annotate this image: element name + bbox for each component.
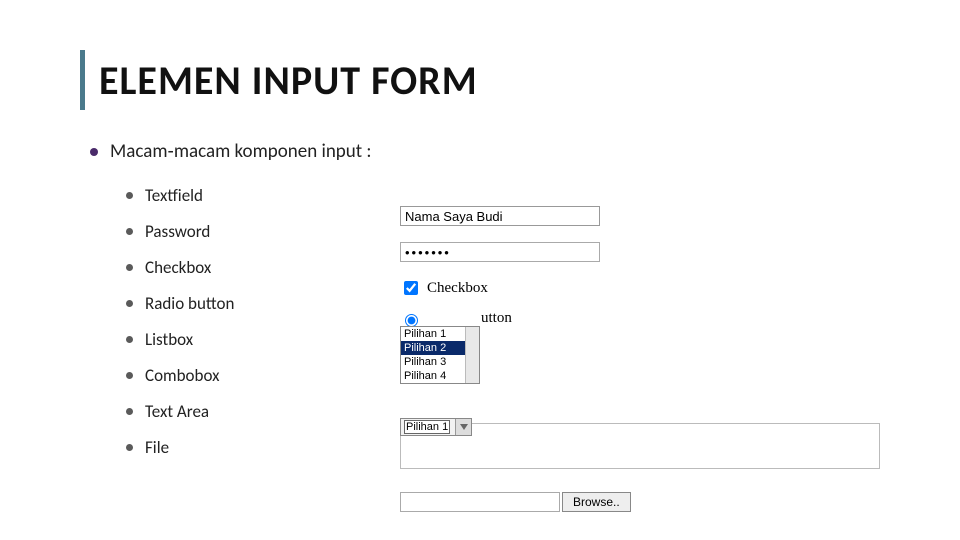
- lead-row: Macam‐macam komponen input :: [90, 140, 900, 163]
- accent-bar: [80, 50, 85, 110]
- item-label: Textfield: [145, 185, 203, 206]
- slide-title: ELEMEN INPUT FORM: [99, 56, 478, 105]
- listbox-example[interactable]: Pilihan 1 Pilihan 2 Pilihan 3 Pilihan 4: [400, 326, 480, 384]
- bullet-icon: [126, 444, 133, 451]
- checkbox-label: Checkbox: [427, 280, 488, 297]
- bullet-icon: [126, 408, 133, 415]
- bullet-icon: [126, 264, 133, 271]
- radio-suffix: utton: [481, 310, 512, 327]
- bullet-icon: [90, 148, 98, 156]
- item-label: Password: [145, 221, 210, 242]
- file-example: Browse..: [400, 492, 631, 512]
- list-item: Text Area: [126, 393, 900, 429]
- list-item: File: [126, 429, 900, 465]
- item-label: Listbox: [145, 329, 193, 350]
- combobox-selected: Pilihan 1: [404, 420, 450, 434]
- combobox-example[interactable]: Pilihan 1: [400, 418, 472, 436]
- file-path-field[interactable]: [400, 492, 560, 512]
- password-example[interactable]: •••••••: [400, 242, 600, 262]
- slide: ELEMEN INPUT FORM Macam‐macam komponen i…: [0, 0, 960, 540]
- item-label: Combobox: [145, 365, 219, 386]
- bullet-icon: [126, 192, 133, 199]
- title-wrap: ELEMEN INPUT FORM: [80, 50, 900, 110]
- item-label: Text Area: [145, 401, 209, 422]
- chevron-down-icon[interactable]: [455, 419, 471, 435]
- bullet-icon: [126, 336, 133, 343]
- item-label: Checkbox: [145, 257, 211, 278]
- radio-input[interactable]: [405, 314, 418, 327]
- browse-button[interactable]: Browse..: [562, 492, 631, 512]
- bullet-icon: [126, 228, 133, 235]
- bullet-icon: [126, 300, 133, 307]
- item-label: File: [145, 437, 169, 458]
- scrollbar[interactable]: [465, 327, 479, 383]
- checkbox-input[interactable]: [404, 281, 418, 295]
- list-item: Combobox: [126, 357, 900, 393]
- checkbox-example[interactable]: Checkbox: [400, 278, 488, 298]
- lead-text: Macam‐macam komponen input :: [110, 140, 372, 163]
- bullet-icon: [126, 372, 133, 379]
- examples-column: ••••••• Checkbox utton utton Pilihan 1: [400, 198, 900, 350]
- item-label: Radio button: [145, 293, 234, 314]
- textfield-example[interactable]: [400, 206, 600, 226]
